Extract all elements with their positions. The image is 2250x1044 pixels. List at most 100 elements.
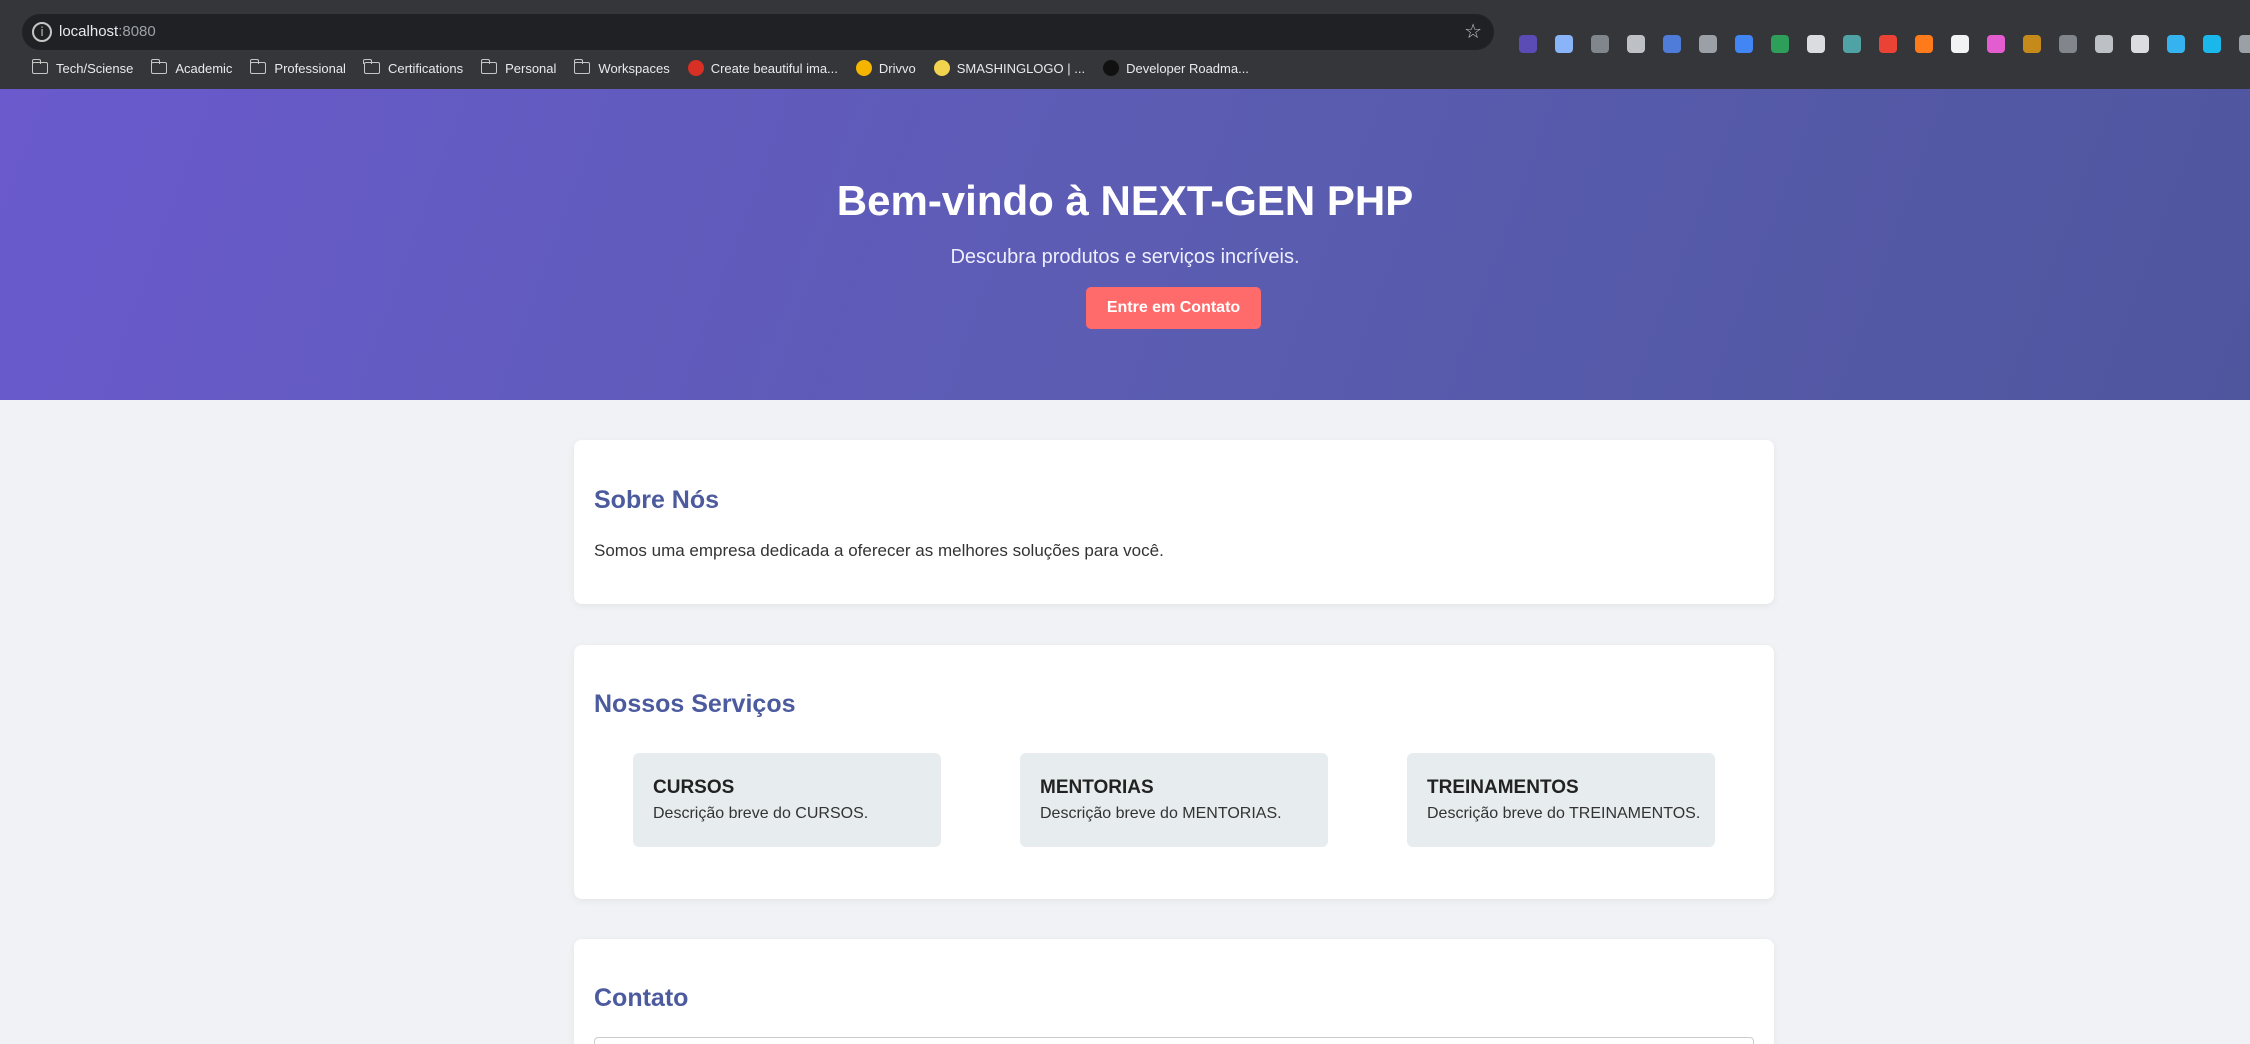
services-title: Nossos Serviços — [594, 690, 796, 718]
address-bar[interactable]: i localhost:8080 ☆ — [22, 14, 1494, 50]
bookmark-label: Create beautiful ima... — [710, 60, 838, 76]
services-section: Nossos Serviços CURSOS Descrição breve d… — [574, 645, 1774, 899]
ext-layout-icon[interactable] — [1582, 30, 1618, 58]
bookmark-item[interactable]: Professional — [249, 59, 346, 76]
bookmark-label: Professional — [274, 60, 346, 76]
favicon-icon — [933, 60, 950, 76]
ext-circle-icon-glyph — [1951, 35, 1969, 53]
service-desc: Descrição breve do CURSOS. — [653, 805, 869, 822]
ext-layout-icon-glyph — [1591, 35, 1609, 53]
about-text: Somos uma empresa dedicada a oferecer as… — [594, 541, 1164, 560]
service-desc: Descrição breve do MENTORIAS. — [1040, 805, 1282, 822]
ext-react-icon-glyph — [1807, 35, 1825, 53]
service-card: TREINAMENTOS Descrição breve do TREINAME… — [1407, 753, 1715, 847]
ext-gear-icon-glyph — [2059, 35, 2077, 53]
ext-gear-icon[interactable] — [2050, 30, 2086, 58]
ext-badge-icon-glyph — [1519, 35, 1537, 53]
ext-translate-icon[interactable] — [1726, 30, 1762, 58]
bookmark-label: Certifications — [387, 60, 464, 76]
bookmark-item[interactable]: SMASHINGLOGO | ... — [933, 60, 1086, 76]
bookmark-item[interactable]: Workspaces — [573, 59, 670, 76]
bookmark-label: Academic — [175, 60, 233, 76]
ext-badge-icon[interactable] — [1510, 30, 1546, 58]
bookmark-item[interactable]: Drivvo — [855, 60, 916, 76]
contact-section: Contato — [574, 939, 1774, 1044]
bookmark-item[interactable]: Create beautiful ima... — [687, 60, 838, 76]
ext-store-icon[interactable] — [1870, 30, 1906, 58]
ext-flame-icon-glyph — [1915, 35, 1933, 53]
bookmark-item[interactable]: Certifications — [363, 59, 464, 76]
ext-cookie-icon-glyph — [1843, 35, 1861, 53]
bookmark-star-icon[interactable]: ☆ — [1464, 19, 1482, 43]
service-name: CURSOS — [653, 777, 735, 798]
contact-name-field[interactable] — [594, 1037, 1754, 1044]
bookmark-label: SMASHINGLOGO | ... — [956, 60, 1086, 76]
bookmark-label: Workspaces — [598, 60, 670, 76]
ext-counter-icon-glyph — [1663, 35, 1681, 53]
ext-camera-icon-glyph — [1627, 35, 1645, 53]
bookmark-item[interactable]: Personal — [480, 59, 557, 76]
site-info-icon[interactable]: i — [32, 22, 52, 42]
hero-section: Bem-vindo à NEXT-GEN PHP Descubra produt… — [0, 89, 2250, 400]
ext-store-icon-glyph — [1879, 35, 1897, 53]
contact-cta-button[interactable]: Entre em Contato — [1086, 287, 1261, 329]
ext-cmd-icon-glyph — [1699, 35, 1717, 53]
bookmark-label: Drivvo — [878, 60, 916, 76]
ext-heart-icon[interactable] — [2158, 30, 2194, 58]
ext-js-icon[interactable] — [1762, 30, 1798, 58]
bookmarks-bar: Tech/Sciense Academic Professional Certific… — [0, 56, 2250, 80]
ext-flame-icon[interactable] — [1906, 30, 1942, 58]
ext-vimeo-icon[interactable] — [2194, 30, 2230, 58]
service-card: MENTORIAS Descrição breve do MENTORIAS. — [1020, 753, 1328, 847]
folder-icon — [573, 59, 591, 74]
ext-wave-icon-glyph — [1987, 35, 2005, 53]
about-section: Sobre Nós Somos uma empresa dedicada a o… — [574, 440, 1774, 604]
url-text[interactable]: localhost:8080 — [59, 23, 156, 40]
bookmark-label: Tech/Sciense — [56, 60, 134, 76]
hero-title: Bem-vindo à NEXT-GEN PHP — [836, 177, 1414, 224]
ext-heart-icon-glyph — [2167, 35, 2185, 53]
bookmark-label: Personal — [505, 60, 557, 76]
ext-target-icon-glyph — [2131, 35, 2149, 53]
ext-cookie-icon[interactable] — [1834, 30, 1870, 58]
browser-chrome: i localhost:8080 ☆ Tech/Sciense Academic P… — [0, 0, 2250, 89]
folder-icon — [363, 59, 380, 74]
url-host: localhost — [59, 23, 119, 40]
ext-bird-icon-glyph — [2023, 35, 2041, 53]
ext-react-icon[interactable] — [1798, 30, 1834, 58]
contact-title: Contato — [594, 984, 689, 1012]
ext-vimeo-icon-glyph — [2203, 35, 2221, 53]
bookmark-item[interactable]: Tech/Sciense — [31, 59, 134, 76]
folder-icon — [249, 59, 267, 74]
ext-camera-icon[interactable] — [1618, 30, 1654, 58]
ext-circle-icon[interactable] — [1942, 30, 1978, 58]
favicon-icon — [687, 60, 704, 76]
about-title: Sobre Nós — [594, 486, 720, 514]
extensions-bar — [1510, 30, 2250, 58]
service-name: TREINAMENTOS — [1427, 777, 1579, 798]
favicon-icon — [1103, 60, 1120, 76]
ext-bird-icon[interactable] — [2014, 30, 2050, 58]
ext-robot-icon-glyph — [1555, 35, 1573, 53]
service-name: MENTORIAS — [1040, 777, 1154, 798]
url-port: :8080 — [118, 23, 156, 40]
ext-cmd-icon[interactable] — [1690, 30, 1726, 58]
bookmark-label: Developer Roadma... — [1126, 60, 1249, 76]
ext-vue-icon[interactable] — [2086, 30, 2122, 58]
service-desc: Descrição breve do TREINAMENTOS. — [1427, 805, 1701, 822]
ext-vue-icon-glyph — [2095, 35, 2113, 53]
ext-target-icon[interactable] — [2122, 30, 2158, 58]
favicon-icon — [855, 60, 872, 76]
bookmark-item[interactable]: Developer Roadma... — [1103, 60, 1249, 76]
ext-counter-icon[interactable] — [1654, 30, 1690, 58]
ext-js-icon-glyph — [1771, 35, 1789, 53]
toolbar: i localhost:8080 ☆ — [0, 12, 2250, 53]
ext-wave-icon[interactable] — [1978, 30, 2014, 58]
ext-panel-icon-glyph — [2239, 35, 2250, 53]
ext-panel-icon[interactable] — [2230, 30, 2250, 58]
ext-robot-icon[interactable] — [1546, 30, 1582, 58]
folder-icon — [150, 59, 168, 74]
service-card: CURSOS Descrição breve do CURSOS. — [633, 753, 941, 847]
folder-icon — [31, 59, 48, 74]
bookmark-item[interactable]: Academic — [150, 59, 233, 76]
